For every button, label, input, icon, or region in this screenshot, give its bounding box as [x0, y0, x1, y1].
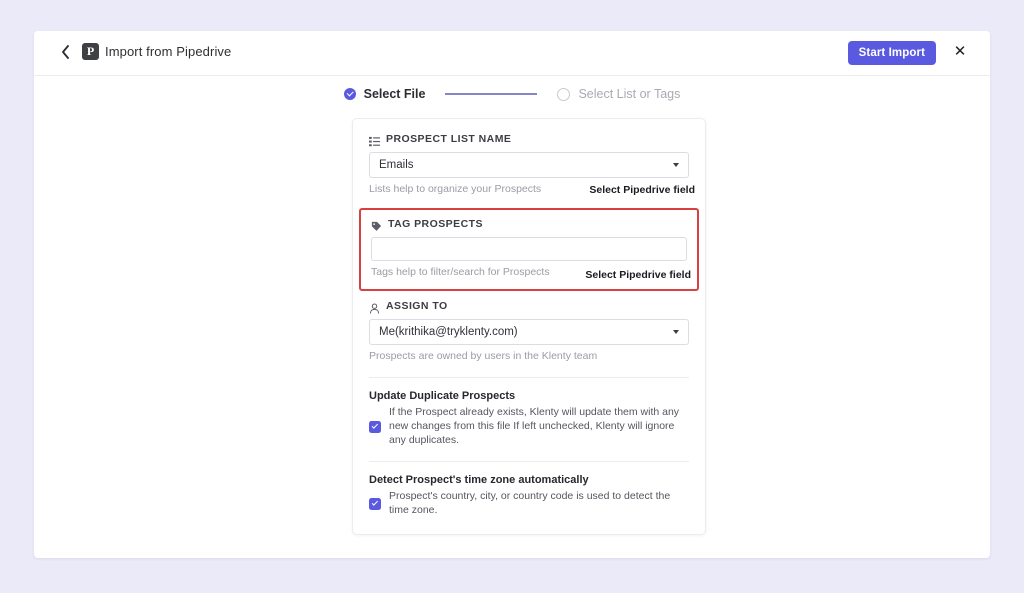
option-row: If the Prospect already exists, Klenty w…	[369, 406, 689, 448]
import-modal: P Import from Pipedrive Start Import ✕ S…	[34, 31, 990, 558]
modal-header: P Import from Pipedrive Start Import ✕	[34, 31, 990, 76]
empty-circle-icon	[557, 87, 571, 101]
step-select-file[interactable]: Select File	[343, 87, 426, 101]
check-circle-icon	[343, 88, 356, 100]
option-description-update-duplicates: If the Prospect already exists, Klenty w…	[389, 406, 680, 446]
section-title-prospect-list: PROSPECT LIST NAME	[386, 133, 512, 145]
tag-prospects-hint-row: Tags help to filter/search for Prospects…	[371, 266, 691, 281]
close-icon[interactable]: ✕	[952, 44, 968, 60]
section-assign-to: ASSIGN TO Me(krithika@tryklenty.com) Pro…	[369, 300, 689, 364]
back-icon[interactable]	[56, 43, 74, 61]
tag-icon	[371, 219, 382, 231]
import-stepper: Select File Select List or Tags	[34, 87, 990, 101]
import-settings-card: PROSPECT LIST NAME Emails Lists help to …	[352, 118, 706, 535]
stepper-connector	[445, 93, 538, 95]
divider	[369, 377, 689, 378]
update-duplicates-checkbox[interactable]	[369, 420, 381, 433]
prospect-list-hint: Lists help to organize your Prospects	[369, 183, 542, 195]
section-title-assign-to: ASSIGN TO	[386, 300, 448, 312]
divider	[369, 460, 689, 462]
tag-prospects-field-selector[interactable]: Select Pipedrive field	[581, 269, 691, 281]
assign-to-select[interactable]: Me(krithika@tryklenty.com)	[369, 319, 689, 345]
chevron-down-icon	[673, 163, 679, 167]
option-title-detect-timezone: Detect Prospect's time zone automaticall…	[369, 473, 589, 486]
prospect-list-field-selector[interactable]: Select Pipedrive field	[585, 184, 695, 196]
section-tag-prospects: TAG PROSPECTS Tags help to filter/search…	[359, 208, 699, 291]
step-label-select-list-or-tags: Select List or Tags	[578, 87, 681, 101]
section-header: TAG PROSPECTS	[371, 218, 687, 231]
assign-to-hint: Prospects are owned by users in the Klen…	[369, 350, 598, 362]
tag-prospects-hint: Tags help to filter/search for Prospects	[371, 266, 550, 278]
start-import-button[interactable]: Start Import	[847, 41, 936, 65]
section-header: ASSIGN TO	[369, 300, 689, 314]
prospect-list-hint-row: Lists help to organize your Prospects Se…	[369, 183, 695, 197]
person-icon	[369, 301, 380, 314]
section-header: PROSPECT LIST NAME	[369, 133, 689, 146]
section-prospect-list-name: PROSPECT LIST NAME Emails Lists help to …	[369, 133, 695, 197]
assign-to-value: Me(krithika@tryklenty.com)	[379, 326, 518, 338]
page-title: Import from Pipedrive	[105, 44, 232, 59]
step-select-list-or-tags[interactable]: Select List or Tags	[557, 87, 680, 101]
prospect-list-value: Emails	[379, 159, 414, 171]
list-icon	[369, 134, 380, 146]
option-detect-time-zone: Detect Prospect's time zone automaticall…	[369, 474, 689, 518]
section-title-tag-prospects: TAG PROSPECTS	[388, 218, 483, 230]
option-update-duplicate-prospects: Update Duplicate Prospects If the Prospe…	[369, 390, 689, 448]
tag-prospects-input[interactable]	[371, 237, 687, 261]
chevron-down-icon	[673, 330, 679, 334]
step-label-select-file: Select File	[363, 87, 426, 101]
assign-to-hint-row: Prospects are owned by users in the Klen…	[369, 350, 689, 364]
detect-timezone-checkbox[interactable]	[369, 497, 381, 510]
option-title-update-duplicates: Update Duplicate Prospects	[369, 390, 516, 402]
prospect-list-select[interactable]: Emails	[369, 152, 689, 178]
option-row: Prospect's country, city, or country cod…	[369, 490, 689, 518]
option-description-detect-timezone: Prospect's country, city, or country cod…	[389, 489, 671, 516]
pipedrive-logo: P	[82, 43, 99, 60]
